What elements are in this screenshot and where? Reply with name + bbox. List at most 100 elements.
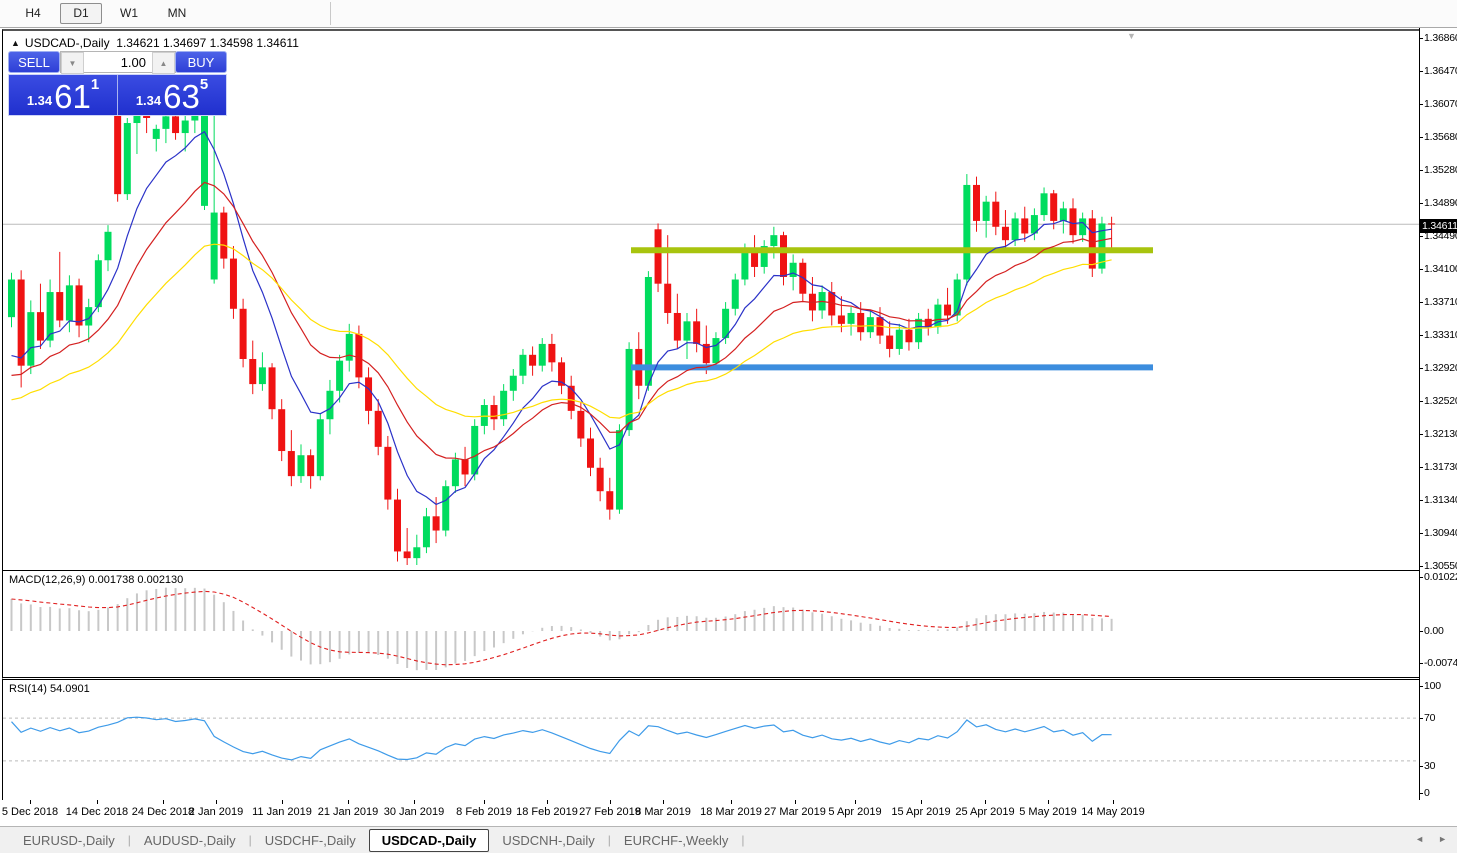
price-tick-dash xyxy=(1419,71,1423,72)
price-tick-label: 1.36070 xyxy=(1424,98,1457,110)
macd-label: MACD(12,26,9) 0.001738 0.002130 xyxy=(9,574,184,586)
buy-price-big: 63 xyxy=(163,78,200,115)
timeframe-tab-w1[interactable]: W1 xyxy=(108,3,150,24)
timeframe-tab-d1[interactable]: D1 xyxy=(60,3,102,24)
price-tick-dash xyxy=(1419,368,1423,369)
chart-tab-eurchf[interactable]: EURCHF-,Weekly xyxy=(611,829,742,852)
macd-tick-dash xyxy=(1419,663,1423,664)
date-tick-mark xyxy=(985,800,986,804)
sell-price-prefix: 1.34 xyxy=(26,93,53,108)
chart-shift-icon[interactable]: ▼ xyxy=(1127,31,1136,41)
macd-tick-dash xyxy=(1419,577,1423,578)
buy-button[interactable]: BUY xyxy=(175,51,227,73)
date-tick-mark xyxy=(921,800,922,804)
price-pane: ▲ USDCAD-,Daily 1.34621 1.34697 1.34598 … xyxy=(2,29,1420,573)
tab-scroll-right-icon[interactable]: ► xyxy=(1438,834,1447,844)
buy-price-sup: 5 xyxy=(199,76,209,93)
price-tick-dash xyxy=(1419,104,1423,105)
price-tick-label: 1.32130 xyxy=(1424,428,1457,440)
volume-stepper: ▼ ▲ xyxy=(60,51,176,74)
price-tick-label: 1.31730 xyxy=(1424,461,1457,473)
chart-tab-usdchf[interactable]: USDCHF-,Daily xyxy=(252,829,369,852)
tab-scroll-left-icon[interactable]: ◄ xyxy=(1415,834,1424,844)
date-tick-mark xyxy=(663,800,664,804)
rsi-tick-label: 100 xyxy=(1424,680,1441,692)
chart-title-text: USDCAD-,Daily 1.34621 1.34697 1.34598 1.… xyxy=(24,36,299,50)
date-tick-mark xyxy=(163,800,164,804)
price-tick-dash xyxy=(1419,38,1423,39)
chart-area: ▲ USDCAD-,Daily 1.34621 1.34697 1.34598 … xyxy=(0,28,1457,853)
timeframe-tab-mn[interactable]: MN xyxy=(156,3,198,24)
rsi-tick-label: 0 xyxy=(1424,787,1430,799)
rsi-label: RSI(14) 54.0901 xyxy=(9,683,90,695)
date-tick-mark xyxy=(348,800,349,804)
chart-tab-eurusd[interactable]: EURUSD-,Daily xyxy=(10,829,128,852)
price-tick-dash xyxy=(1419,203,1423,204)
price-tick-label: 1.34890 xyxy=(1424,197,1457,209)
date-tick-label: 30 Jan 2019 xyxy=(383,806,445,818)
chart-tab-audusd[interactable]: AUDUSD-,Daily xyxy=(131,829,249,852)
macd-pane: MACD(12,26,9) 0.001738 0.002130 xyxy=(2,571,1420,680)
price-tick-dash xyxy=(1419,236,1423,237)
price-tick-dash xyxy=(1419,533,1423,534)
price-tick-label: 1.36470 xyxy=(1424,65,1457,77)
date-tick-mark xyxy=(855,800,856,804)
rsi-tick-label: 30 xyxy=(1424,760,1436,772)
rsi-tick-label: 70 xyxy=(1424,712,1436,724)
macd-tick-label: 0.00 xyxy=(1424,625,1444,637)
volume-up-button[interactable]: ▲ xyxy=(152,52,175,74)
current-price-tag: 1.34611 xyxy=(1419,219,1457,233)
price-tick-label: 1.30940 xyxy=(1424,527,1457,539)
sell-button[interactable]: SELL xyxy=(8,51,60,73)
rsi-pane: RSI(14) 54.0901 xyxy=(2,680,1420,801)
price-tick-label: 1.31340 xyxy=(1424,494,1457,506)
rsi-tick-dash xyxy=(1419,766,1423,767)
volume-input[interactable] xyxy=(84,52,152,72)
chart-tabs: EURUSD-,Daily | AUDUSD-,Daily | USDCHF-,Dail… xyxy=(10,828,745,852)
date-tick-mark xyxy=(30,800,31,804)
date-tick-mark xyxy=(795,800,796,804)
price-tick-dash xyxy=(1419,269,1423,270)
price-tick-dash xyxy=(1419,302,1423,303)
rsi-tick-dash xyxy=(1419,793,1423,794)
date-tick-mark xyxy=(547,800,548,804)
price-tick-dash xyxy=(1419,401,1423,402)
tab-scroll-controls: ◄ ► xyxy=(1415,834,1447,844)
timeframe-tabs: H4 D1 W1 MN xyxy=(12,3,198,24)
trade-panel-row: SELL ▼ ▲ BUY xyxy=(8,51,227,74)
sell-price-tile[interactable]: 1.34 61 1 xyxy=(9,75,118,115)
date-tick-mark xyxy=(610,800,611,804)
toolbar-separator xyxy=(330,2,331,25)
volume-down-button[interactable]: ▼ xyxy=(61,52,84,74)
price-tick-dash xyxy=(1419,434,1423,435)
price-tick-label: 1.36860 xyxy=(1424,32,1457,44)
macd-tick-label: -0.00747 xyxy=(1424,657,1457,669)
timeframe-tab-h4[interactable]: H4 xyxy=(12,3,54,24)
macd-tick-dash xyxy=(1419,631,1423,632)
date-tick-mark xyxy=(414,800,415,804)
price-tick-label: 1.32920 xyxy=(1424,362,1457,374)
axis-separator xyxy=(1419,28,1420,800)
date-tick-mark xyxy=(1113,800,1114,804)
price-tiles: 1.34 61 1 1.34 63 5 xyxy=(8,74,227,116)
date-tick-mark xyxy=(1048,800,1049,804)
sell-price-sup: 1 xyxy=(90,76,100,93)
macd-chart-canvas[interactable] xyxy=(3,571,1419,675)
collapse-panel-icon[interactable]: ▲ xyxy=(11,38,20,48)
macd-tick-label: 0.010229 xyxy=(1424,571,1457,583)
rsi-chart-canvas[interactable] xyxy=(3,680,1419,799)
chart-tab-usdcad[interactable]: USDCAD-,Daily xyxy=(368,828,490,852)
price-tick-label: 1.34100 xyxy=(1424,263,1457,275)
price-tick-label: 1.35680 xyxy=(1424,131,1457,143)
tab-separator: | xyxy=(741,833,745,847)
mt4-window: { "timeframe_bar": { "tabs": ["H4", "D1"… xyxy=(0,0,1457,853)
rsi-tick-dash xyxy=(1419,686,1423,687)
chart-tab-usdcnh[interactable]: USDCNH-,Daily xyxy=(489,829,607,852)
date-tick-mark xyxy=(282,800,283,804)
buy-price-tile[interactable]: 1.34 63 5 xyxy=(118,75,226,115)
price-tick-dash xyxy=(1419,500,1423,501)
price-tick-label: 1.32520 xyxy=(1424,395,1457,407)
price-tick-label: 1.35280 xyxy=(1424,164,1457,176)
timeframe-toolbar: H4 D1 W1 MN xyxy=(0,0,1457,28)
chart-title: ▲ USDCAD-,Daily 1.34621 1.34697 1.34598 … xyxy=(11,36,299,50)
